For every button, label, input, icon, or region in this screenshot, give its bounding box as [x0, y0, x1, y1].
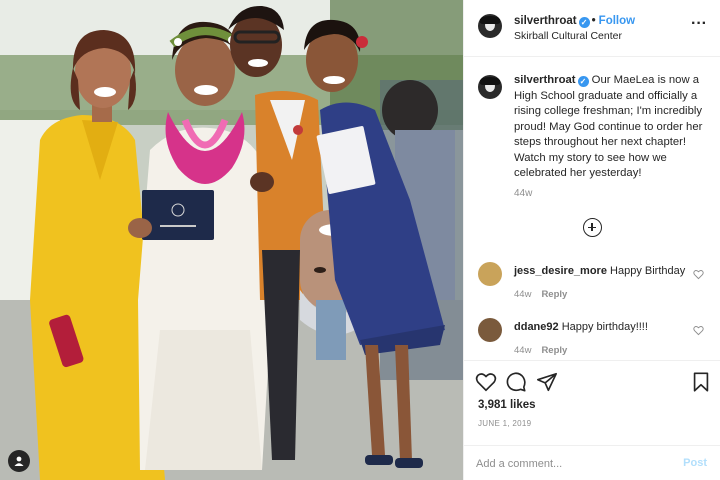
- post-caption: silverthroat ✓ Our MaeLea is now a High S…: [514, 73, 710, 182]
- author-avatar[interactable]: [478, 14, 502, 38]
- caption-timestamp: 44w: [514, 188, 533, 199]
- comment-age: 44w: [514, 345, 532, 356]
- comment-text-line: jess_desire_more Happy Birthday: [514, 265, 685, 277]
- header-user-line: silverthroat ✓ • Follow: [514, 15, 635, 28]
- comment-meta: 44w Reply: [514, 289, 577, 300]
- caption-author-avatar[interactable]: [478, 75, 502, 99]
- comment-username[interactable]: jess_desire_more: [514, 265, 607, 277]
- graduation-photo: [0, 0, 463, 480]
- comment-avatar[interactable]: [478, 318, 502, 342]
- post-location[interactable]: Skirball Cultural Center: [514, 30, 622, 42]
- more-options-icon[interactable]: ···: [691, 16, 707, 32]
- caption-username[interactable]: silverthroat: [514, 74, 576, 86]
- comment-icon[interactable]: [505, 371, 527, 393]
- add-comment-input[interactable]: [476, 455, 666, 473]
- header-separator: •: [591, 15, 596, 27]
- verified-badge-icon: ✓: [578, 17, 590, 28]
- user-tag-icon[interactable]: [8, 450, 30, 472]
- load-more-comments-icon[interactable]: [583, 218, 602, 237]
- like-count[interactable]: 3,981 likes: [478, 399, 536, 411]
- comment-like-heart-icon[interactable]: [693, 325, 704, 336]
- comment-text: Happy birthday!!!!: [561, 321, 648, 333]
- post-comment-button[interactable]: Post: [683, 457, 707, 469]
- follow-button[interactable]: Follow: [599, 15, 635, 27]
- post-date: JUNE 1, 2019: [478, 419, 532, 428]
- caption-text: Our MaeLea is now a High School graduate…: [514, 74, 703, 179]
- share-icon[interactable]: [536, 371, 558, 393]
- post-photo[interactable]: [0, 0, 463, 480]
- comment-item: jess_desire_more Happy Birthday 44w Reply: [464, 262, 720, 312]
- caption-verified-badge-icon: ✓: [577, 76, 589, 87]
- comment-meta: 44w Reply: [514, 345, 577, 356]
- comment-text: Happy Birthday: [610, 265, 686, 277]
- comment-text-line: ddane92 Happy birthday!!!!: [514, 321, 648, 333]
- post-actions: 3,981 likes JUNE 1, 2019 Post: [464, 360, 720, 480]
- reply-button[interactable]: Reply: [541, 289, 567, 300]
- reply-button[interactable]: Reply: [541, 345, 567, 356]
- post-side-panel: silverthroat ✓ • Follow Skirball Cultural C…: [463, 0, 720, 480]
- comment-username[interactable]: ddane92: [514, 321, 559, 333]
- comment-like-heart-icon[interactable]: [693, 269, 704, 280]
- comment-avatar[interactable]: [478, 262, 502, 286]
- author-username[interactable]: silverthroat: [514, 15, 577, 27]
- add-comment-bar: Post: [464, 445, 720, 480]
- heart-icon[interactable]: [475, 371, 497, 393]
- bookmark-icon[interactable]: [690, 371, 712, 393]
- post-header: silverthroat ✓ • Follow Skirball Cultural C…: [464, 0, 720, 57]
- comment-age: 44w: [514, 289, 532, 300]
